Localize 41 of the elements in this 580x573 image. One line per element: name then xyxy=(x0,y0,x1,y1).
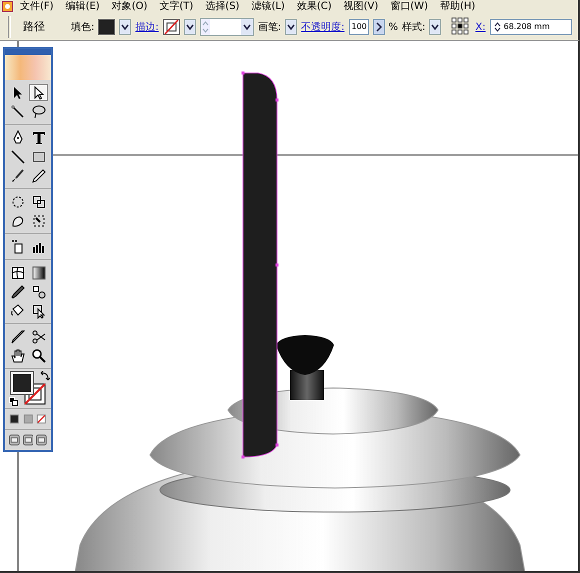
arrow-button[interactable] xyxy=(372,19,384,35)
field-value: 68.208 mm xyxy=(504,21,550,33)
dropdown-button[interactable] xyxy=(429,19,442,35)
none-mode-icon[interactable] xyxy=(36,413,48,425)
stroke-swatch[interactable] xyxy=(162,19,180,35)
spin-icon[interactable] xyxy=(492,20,502,34)
menu-item[interactable]: 帮助(H) xyxy=(440,1,476,13)
default-colors-icon[interactable] xyxy=(9,397,18,406)
menu-item[interactable]: 效果(C) xyxy=(296,1,332,13)
full-screen-icon[interactable] xyxy=(36,434,48,446)
field-label: % xyxy=(388,20,398,34)
panel-title: 路径 xyxy=(23,18,45,35)
field-label: 样式: xyxy=(402,20,426,34)
dropdown-button[interactable] xyxy=(184,19,196,35)
flower-logo xyxy=(5,55,51,80)
full-screen-menu-icon[interactable] xyxy=(22,434,34,446)
menu-item[interactable]: 对象(O) xyxy=(112,1,148,13)
stroke-weight-field[interactable] xyxy=(200,18,254,36)
app-icon[interactable] xyxy=(2,1,13,12)
menu-item[interactable]: 视图(V) xyxy=(344,1,378,13)
dropdown-button[interactable] xyxy=(285,19,298,35)
opacity-field[interactable]: 100 xyxy=(348,19,368,35)
panel-link[interactable]: 描边: xyxy=(135,20,159,34)
menu-item[interactable]: 窗口(W) xyxy=(390,1,428,13)
standard-screen-icon[interactable] xyxy=(9,434,20,446)
x-position-field[interactable]: 68.208 mm xyxy=(490,19,572,35)
dropdown-button[interactable] xyxy=(119,19,132,35)
field-label: 画笔: xyxy=(258,20,282,34)
handle-shape[interactable] xyxy=(242,72,278,458)
menu-item[interactable]: 文件(F) xyxy=(20,1,54,13)
field-label: 填色: xyxy=(71,20,94,34)
panel-link[interactable]: 不透明度: xyxy=(301,20,344,34)
swap-icon[interactable] xyxy=(40,371,50,381)
menu-item[interactable]: 选择(S) xyxy=(205,1,240,13)
menu-item[interactable]: 滤镜(L) xyxy=(251,1,285,13)
menu-item[interactable]: 文字(T) xyxy=(159,1,194,13)
fill-swatch[interactable] xyxy=(98,19,116,35)
menu-item[interactable]: 编辑(E) xyxy=(66,1,100,13)
reference-point-icon[interactable] xyxy=(451,17,472,37)
color-mode-icon[interactable] xyxy=(9,413,20,425)
panel-link[interactable]: X: xyxy=(475,20,486,34)
